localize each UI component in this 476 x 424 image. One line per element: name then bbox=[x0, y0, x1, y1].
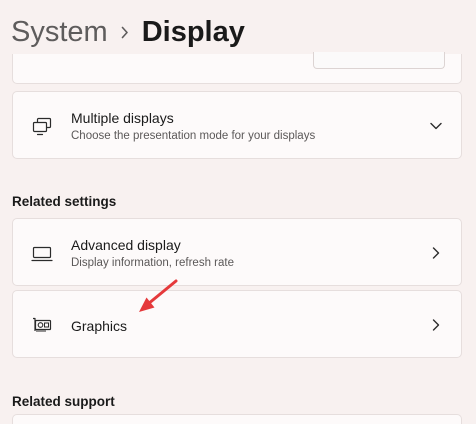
multiple-displays-row[interactable]: Multiple displays Choose the presentatio… bbox=[12, 91, 462, 159]
breadcrumb-system-link[interactable]: System bbox=[11, 12, 108, 52]
monitor-icon bbox=[31, 243, 53, 263]
previous-setting-card bbox=[12, 52, 462, 84]
chevron-right-icon bbox=[429, 246, 443, 260]
previous-setting-dropdown[interactable] bbox=[313, 52, 445, 69]
advanced-display-title: Advanced display bbox=[71, 237, 181, 253]
multiple-displays-title: Multiple displays bbox=[71, 110, 174, 126]
graphics-row[interactable]: Graphics bbox=[12, 290, 462, 358]
page-title: Display bbox=[141, 16, 245, 48]
chevron-right-icon bbox=[108, 12, 142, 52]
graphics-title: Graphics bbox=[71, 318, 128, 334]
chevron-down-icon[interactable] bbox=[429, 119, 443, 133]
multiple-displays-subtitle: Choose the presentation mode for your di… bbox=[71, 130, 316, 142]
related-settings-heading: Related settings bbox=[12, 194, 117, 209]
related-support-card bbox=[12, 414, 462, 424]
chevron-right-icon bbox=[429, 318, 443, 332]
multiple-displays-icon bbox=[31, 116, 53, 136]
related-support-heading: Related support bbox=[12, 394, 115, 409]
breadcrumb: System Display bbox=[11, 12, 245, 52]
graphics-card-icon bbox=[31, 315, 53, 335]
advanced-display-row[interactable]: Advanced display Display information, re… bbox=[12, 218, 462, 286]
advanced-display-subtitle: Display information, refresh rate bbox=[71, 257, 234, 269]
